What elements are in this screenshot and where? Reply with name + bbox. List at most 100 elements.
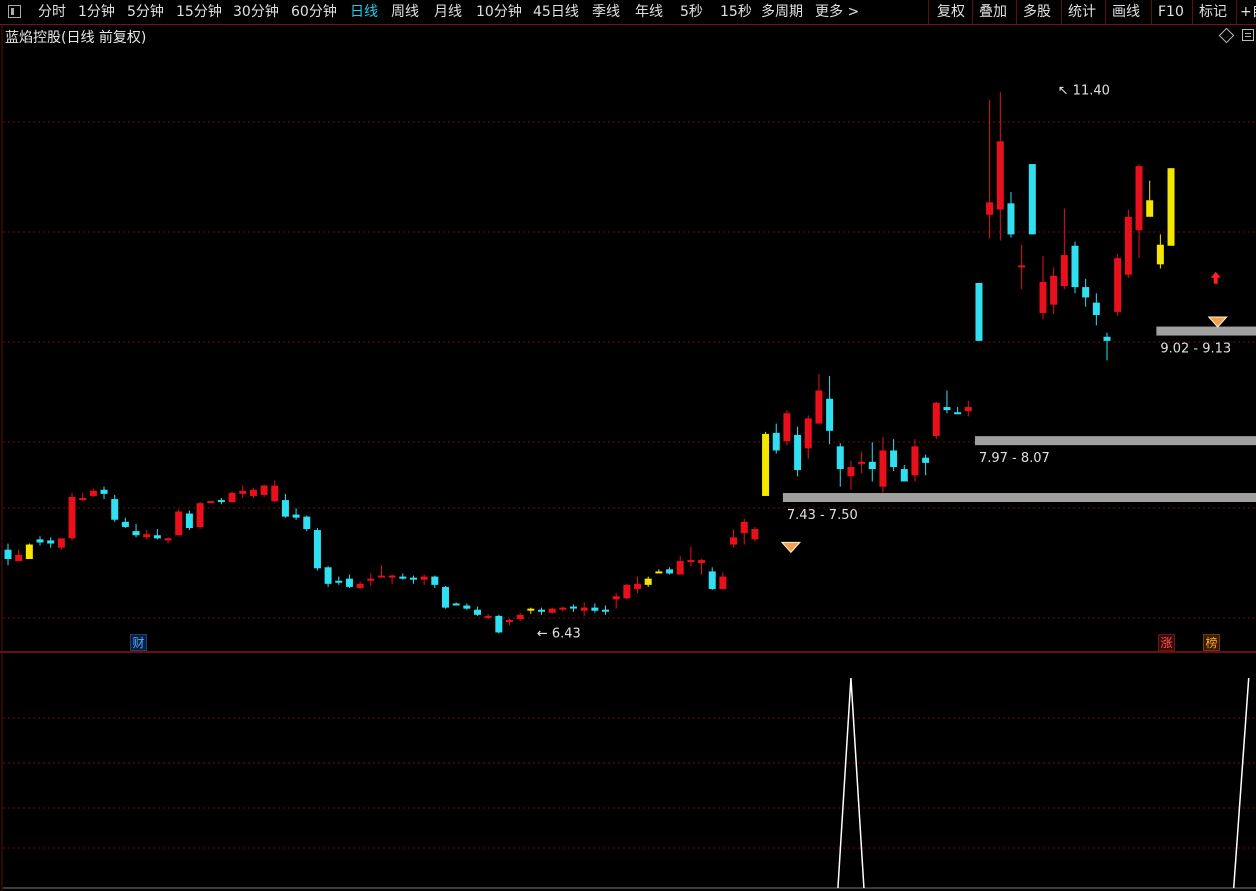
candle-body xyxy=(463,605,471,609)
candle-body xyxy=(943,407,951,411)
candle-body xyxy=(495,615,503,633)
candle-body xyxy=(345,578,353,587)
candle-body xyxy=(527,608,535,611)
candle-body xyxy=(676,561,684,575)
candle-body xyxy=(420,576,428,580)
candle-body xyxy=(559,607,567,610)
candle-body xyxy=(313,530,321,569)
candle-body xyxy=(623,584,631,599)
candle-body xyxy=(1092,302,1100,316)
badge-bang[interactable]: 榜 xyxy=(1203,634,1220,651)
candle-body xyxy=(516,614,524,619)
low-price-label: ← 6.43 xyxy=(537,626,581,641)
candle-body xyxy=(879,450,887,487)
candle-body xyxy=(826,398,834,431)
candle-body xyxy=(954,412,962,415)
candle-body xyxy=(47,540,55,544)
candle-body xyxy=(986,202,994,215)
candle-body xyxy=(634,583,642,589)
candle-body xyxy=(580,607,588,611)
support-zone-bar xyxy=(1156,326,1256,336)
candle-body xyxy=(367,578,375,581)
candle-body xyxy=(271,485,279,502)
candle-body xyxy=(1050,275,1058,305)
high-price-label: ↖ 11.40 xyxy=(1058,84,1110,99)
candle-body xyxy=(25,544,33,560)
candle-body xyxy=(68,496,76,539)
candle-body xyxy=(1135,166,1143,231)
candle-body xyxy=(783,413,791,442)
candle-body xyxy=(4,549,12,560)
candle-body xyxy=(1018,265,1026,268)
badge-cai[interactable]: 财 xyxy=(130,634,147,651)
candle-body xyxy=(196,503,204,527)
candle-body xyxy=(602,609,610,612)
candle-body xyxy=(964,407,972,412)
candle-body xyxy=(79,498,87,501)
candle-body xyxy=(399,576,407,579)
candle-body xyxy=(441,586,449,608)
candle-body xyxy=(1114,258,1122,312)
candle-body xyxy=(1060,255,1068,287)
candle-body xyxy=(1082,287,1090,298)
candle-body xyxy=(570,606,578,609)
candle-body xyxy=(121,521,129,527)
candle-body xyxy=(762,433,770,496)
candle-body xyxy=(36,539,44,543)
indicator-spike xyxy=(1232,677,1250,889)
support-zone-bar xyxy=(782,493,1256,503)
candle-body xyxy=(217,500,225,503)
candle-body xyxy=(868,461,876,470)
candle-body xyxy=(89,490,97,496)
zone-label: 7.43 - 7.50 xyxy=(787,508,858,523)
badge-zhang[interactable]: 涨 xyxy=(1158,634,1175,651)
candle-body xyxy=(858,461,866,464)
zone-label: 9.02 - 9.13 xyxy=(1160,342,1231,357)
candle-body xyxy=(260,485,268,495)
candle-body xyxy=(143,534,151,538)
candle-body xyxy=(890,450,898,467)
price-chart[interactable]: 7.43 - 7.50 7.97 - 8.07 9.02 - 9.13 ↖ 11.40… xyxy=(0,0,1256,891)
candle-body xyxy=(922,457,930,463)
candle-body xyxy=(730,537,738,545)
candle-body xyxy=(975,282,983,341)
zone-label: 7.97 - 8.07 xyxy=(979,451,1050,466)
candle-body xyxy=(335,580,343,583)
candle-body xyxy=(185,513,193,528)
candle-body xyxy=(324,567,332,584)
candle-body xyxy=(505,620,513,623)
candle-body xyxy=(57,538,65,548)
candle-body xyxy=(388,575,396,578)
candle-body xyxy=(815,390,823,424)
candle-body xyxy=(900,469,908,482)
candle-body xyxy=(1028,164,1036,235)
candle-body xyxy=(1124,216,1132,275)
candle-body xyxy=(303,516,311,530)
candle-body xyxy=(1071,245,1079,288)
candle-body xyxy=(153,535,161,539)
candle-body xyxy=(207,501,215,504)
candle-body xyxy=(431,576,439,585)
candle-body xyxy=(740,521,748,534)
candle-body xyxy=(452,603,460,606)
gem-icon xyxy=(780,541,802,554)
candle-body xyxy=(175,511,183,536)
candle-body xyxy=(281,500,289,517)
candle-body xyxy=(698,560,706,564)
candle-body xyxy=(409,577,417,580)
candle-body xyxy=(836,446,844,470)
indicator-spike xyxy=(837,677,865,889)
candle-body xyxy=(100,489,108,494)
candle-body xyxy=(1007,203,1015,235)
candle-body xyxy=(239,490,247,494)
candle-body xyxy=(911,446,919,476)
candle-body xyxy=(996,141,1004,210)
gem-icon xyxy=(1207,316,1228,328)
candle-body xyxy=(644,578,652,585)
candle-body xyxy=(292,514,300,518)
candle-body xyxy=(548,608,556,613)
candle-body xyxy=(1167,168,1175,246)
candle-body xyxy=(111,499,119,520)
candle-body xyxy=(751,529,759,540)
candle-body xyxy=(1146,200,1154,217)
